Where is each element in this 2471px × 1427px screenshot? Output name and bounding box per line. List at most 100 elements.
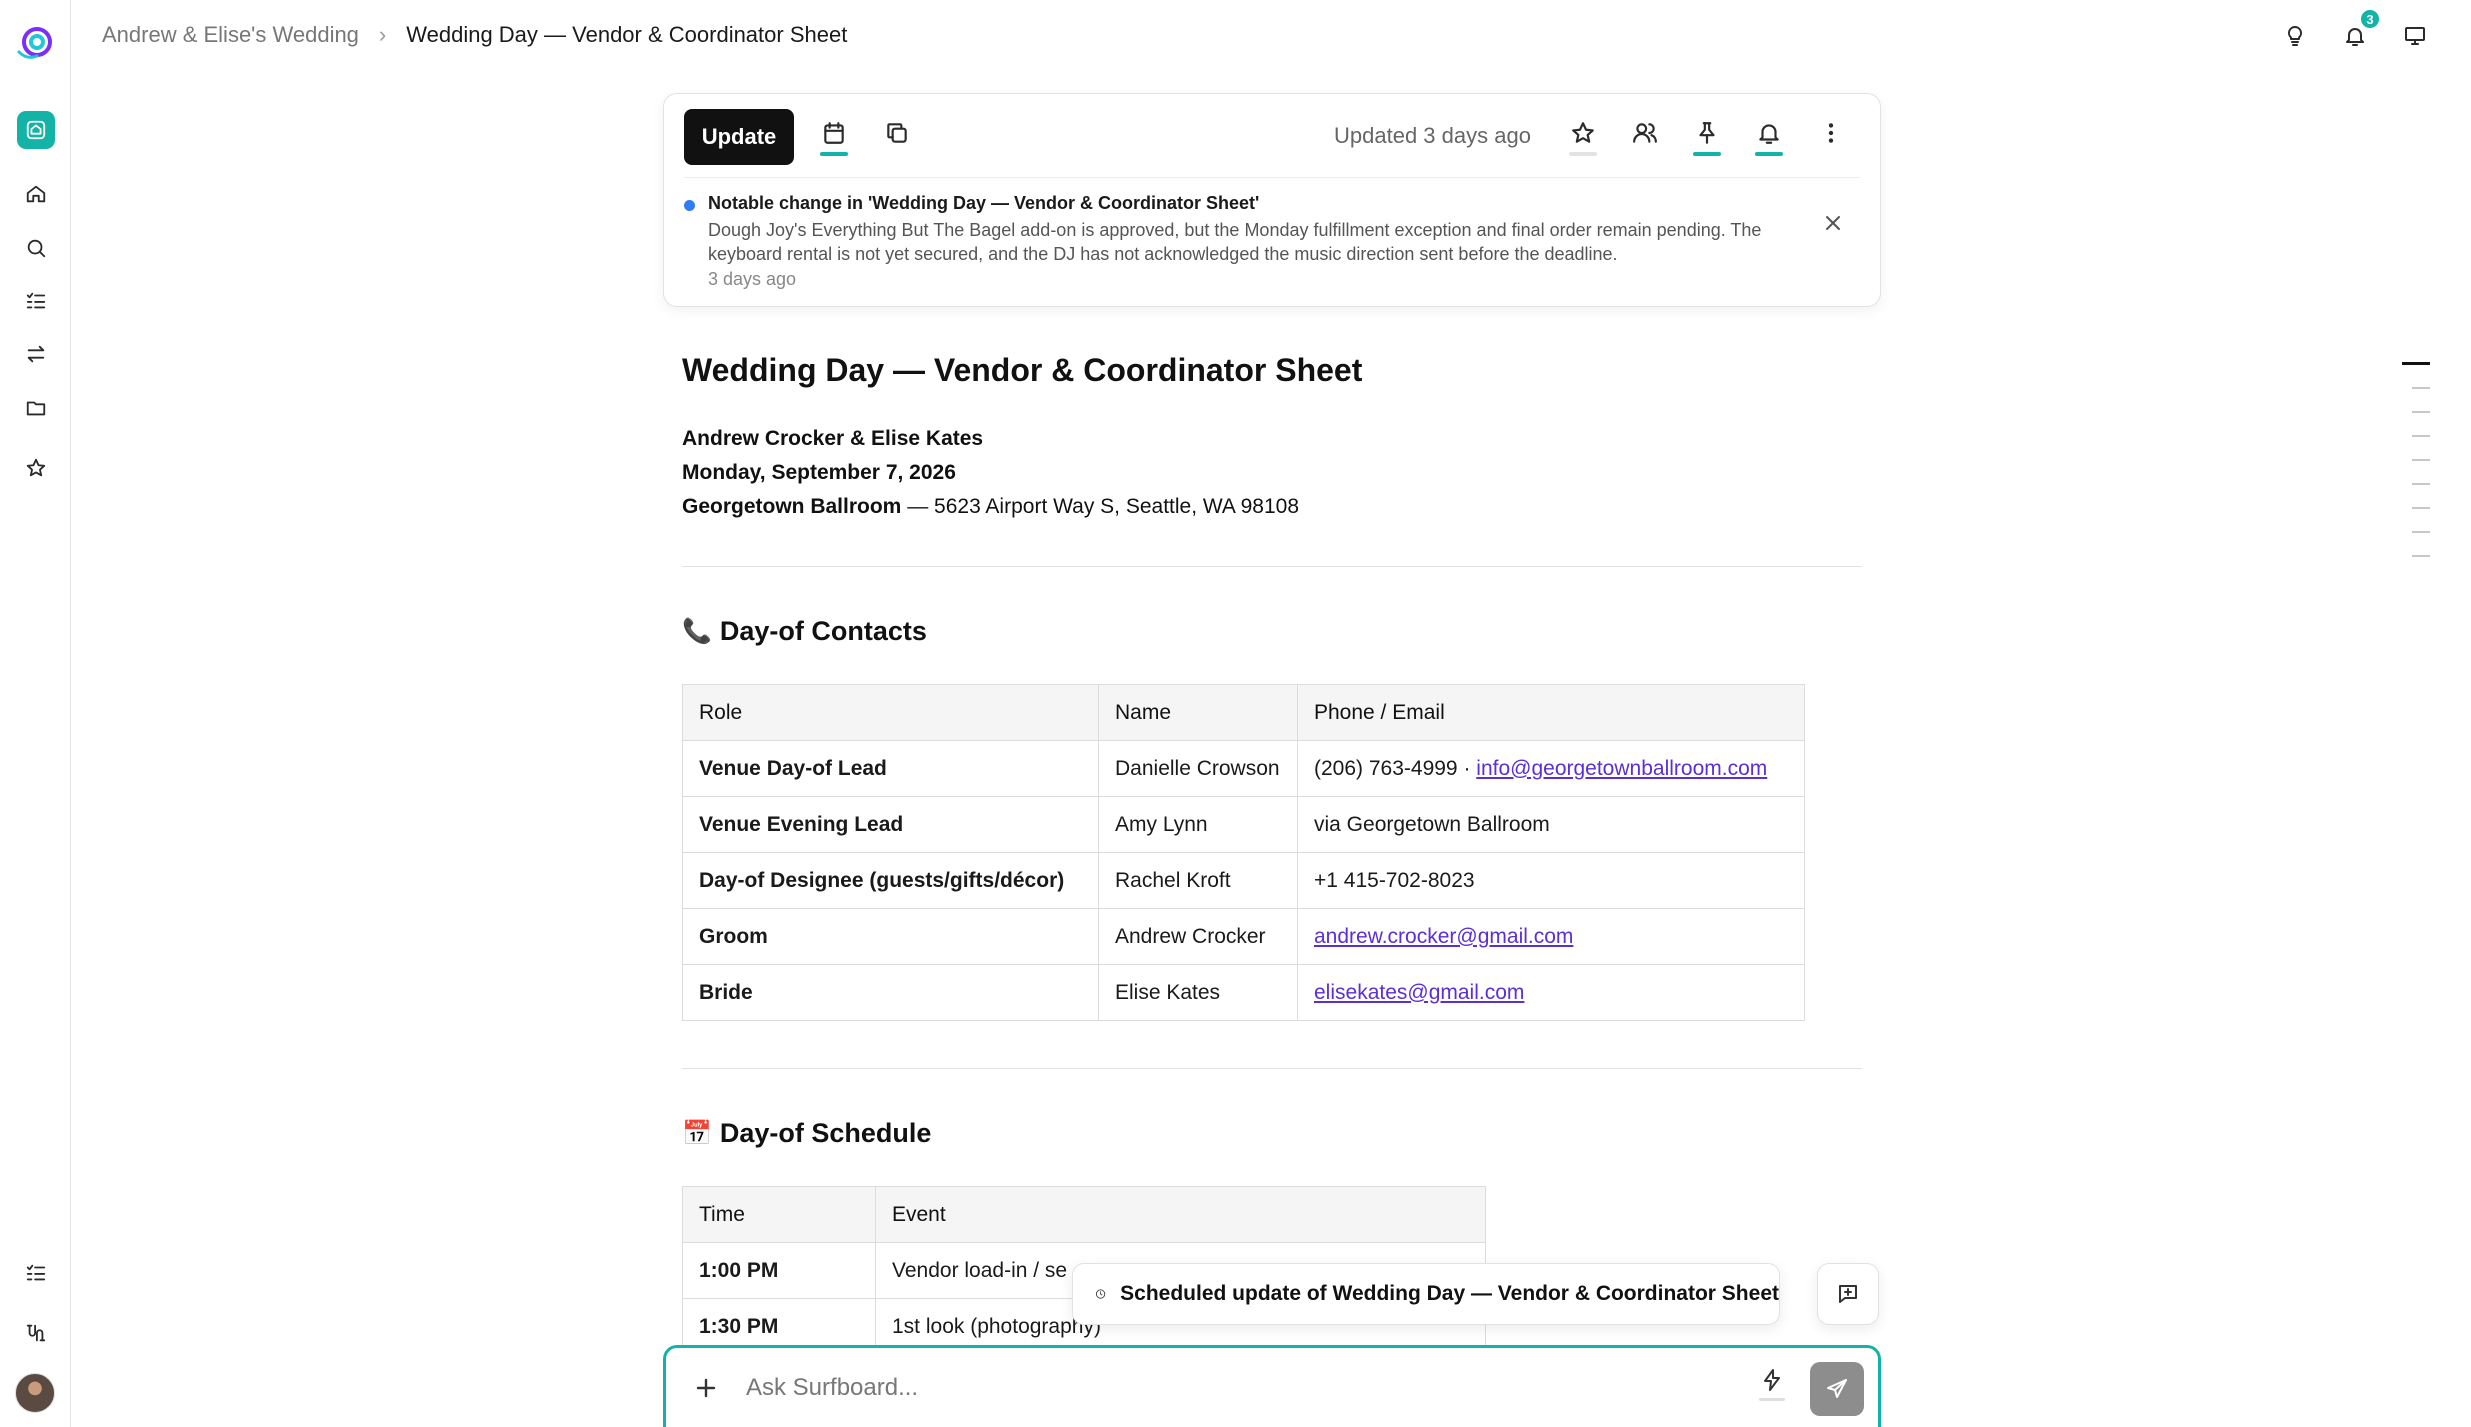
ask-composer	[663, 1345, 1881, 1427]
contacts-table: Role Name Phone / Email Venue Day-of Lea…	[682, 684, 1805, 1021]
indicator-empty	[1817, 152, 1845, 156]
lightbulb-icon	[2287, 25, 2303, 46]
arrows-swap-icon	[27, 345, 45, 363]
chevron-right-icon: ›	[378, 22, 387, 47]
scheduled-update-chip[interactable]: Scheduled update of Wedding Day — Vendor…	[1072, 1263, 1780, 1325]
event-details: Andrew Crocker & Elise Kates Monday, Sep…	[682, 422, 1299, 524]
breadcrumb-current: Wedding Day — Vendor & Coordinator Sheet	[406, 22, 848, 47]
ask-input[interactable]	[746, 1368, 1646, 1408]
rail-favorites-button[interactable]	[17, 449, 55, 487]
indicator-empty	[1631, 152, 1659, 156]
document-outline[interactable]	[2400, 362, 2430, 579]
rail-search-button[interactable]	[17, 229, 55, 267]
pin-button[interactable]	[1685, 114, 1729, 162]
share-button[interactable]	[1623, 114, 1667, 162]
display-button[interactable]	[2397, 18, 2433, 54]
contact-cell: andrew.crocker@gmail.com	[1297, 908, 1805, 965]
dismiss-notice-button[interactable]	[1818, 208, 1848, 238]
app-logo-icon[interactable]	[15, 22, 55, 62]
checklist-icon	[26, 292, 46, 309]
table-header-row: Role Name Phone / Email	[682, 684, 1805, 741]
notifications-button[interactable]: 3	[2337, 8, 2381, 54]
send-button[interactable]	[1810, 1362, 1864, 1416]
table-row: Venue Day-of Lead Danielle Crowson (206)…	[682, 740, 1805, 797]
table-row: Bride Elise Kates elisekates@gmail.com	[682, 964, 1805, 1021]
contact-cell: (206) 763-4999 · info@georgetownballroom…	[1297, 740, 1805, 797]
user-avatar[interactable]	[15, 1373, 55, 1413]
inactive-indicator	[1759, 1398, 1785, 1401]
name-cell: Danielle Crowson	[1098, 740, 1298, 797]
outline-marker[interactable]	[2412, 459, 2430, 461]
outline-marker[interactable]	[2412, 483, 2430, 485]
contacts-heading: 📞 Day-of Contacts	[682, 616, 927, 647]
name-cell: Amy Lynn	[1098, 796, 1298, 853]
more-options-button[interactable]	[1809, 114, 1853, 162]
scheduled-update-text: Scheduled update of Wedding Day — Vendor…	[1120, 1282, 1779, 1305]
rail-tasks-button[interactable]	[17, 282, 55, 320]
schedule-heading: 📅 Day-of Schedule	[682, 1118, 931, 1149]
contact-cell: via Georgetown Ballroom	[1297, 796, 1805, 853]
workspace-button[interactable]	[17, 111, 55, 149]
name-cell: Rachel Kroft	[1098, 852, 1298, 909]
tips-button[interactable]	[2277, 18, 2313, 54]
favorite-button[interactable]	[1561, 114, 1605, 162]
schedule-button[interactable]	[812, 114, 856, 162]
section-divider	[682, 566, 1862, 567]
breadcrumb-parent-link[interactable]: Andrew & Elise's Wedding	[102, 22, 359, 48]
document-header-card: Update Updated 3 days ago Notable change…	[663, 93, 1881, 307]
comment-button[interactable]	[1817, 1263, 1879, 1325]
venue-address: — 5623 Airport Way S, Seattle, WA 98108	[901, 495, 1300, 518]
active-indicator	[820, 152, 848, 156]
name-cell: Elise Kates	[1098, 964, 1298, 1021]
table-row: Venue Evening Lead Amy Lynn via Georgeto…	[682, 796, 1805, 853]
attach-button[interactable]	[688, 1370, 724, 1406]
email-link[interactable]: info@georgetownballroom.com	[1476, 757, 1767, 780]
role-cell: Venue Evening Lead	[682, 796, 1099, 853]
outline-marker[interactable]	[2412, 531, 2430, 533]
rail-integrations-button[interactable]	[17, 1314, 55, 1352]
page-title: Wedding Day — Vendor & Coordinator Sheet	[682, 352, 1363, 388]
active-indicator	[1755, 152, 1783, 156]
rail-home-button[interactable]	[17, 175, 55, 213]
plus-icon	[696, 1378, 716, 1398]
role-cell: Venue Day-of Lead	[682, 740, 1099, 797]
rail-sync-button[interactable]	[17, 335, 55, 373]
workspace-icon	[26, 120, 46, 140]
outline-marker[interactable]	[2412, 411, 2430, 413]
email-link[interactable]: andrew.crocker@gmail.com	[1314, 925, 1573, 948]
table-header-row: Time Event	[682, 1186, 1486, 1243]
lightning-icon	[1764, 1369, 1780, 1391]
column-header: Role	[682, 684, 1099, 741]
copy-icon	[887, 123, 907, 143]
subscribe-button[interactable]	[1747, 114, 1791, 162]
notice-timestamp: 3 days ago	[708, 269, 797, 289]
rail-files-button[interactable]	[17, 389, 55, 427]
outline-marker-active[interactable]	[2402, 362, 2430, 365]
unread-dot	[684, 200, 695, 211]
outline-marker[interactable]	[2412, 507, 2430, 509]
outline-marker[interactable]	[2412, 387, 2430, 389]
schedule-heading-text: Day-of Schedule	[719, 1118, 932, 1148]
update-button[interactable]: Update	[684, 109, 794, 165]
outline-marker[interactable]	[2412, 555, 2430, 557]
quick-actions-button[interactable]	[1754, 1368, 1790, 1408]
table-row: Day-of Designee (guests/gifts/décor) Rac…	[682, 852, 1805, 909]
outline-marker[interactable]	[2412, 435, 2430, 437]
contact-cell: elisekates@gmail.com	[1297, 964, 1805, 1021]
calendar-emoji-icon: 📅	[682, 1120, 712, 1147]
pin-icon	[1699, 122, 1715, 144]
calendar-icon	[824, 122, 844, 144]
phone-text: (206) 763-4999 ·	[1314, 756, 1477, 780]
active-indicator	[1693, 152, 1721, 156]
name-cell: Andrew Crocker	[1098, 908, 1298, 965]
more-vertical-icon	[1828, 123, 1834, 143]
email-link[interactable]: elisekates@gmail.com	[1314, 981, 1524, 1004]
send-icon	[1827, 1379, 1847, 1398]
rail-tasks-bottom-button[interactable]	[17, 1254, 55, 1292]
section-divider	[682, 1068, 1862, 1069]
contact-cell: +1 415-702-8023	[1297, 852, 1805, 909]
notification-count-badge: 3	[2359, 8, 2381, 30]
duplicate-button[interactable]	[875, 114, 919, 162]
search-icon	[27, 239, 46, 258]
folder-icon	[26, 401, 46, 416]
